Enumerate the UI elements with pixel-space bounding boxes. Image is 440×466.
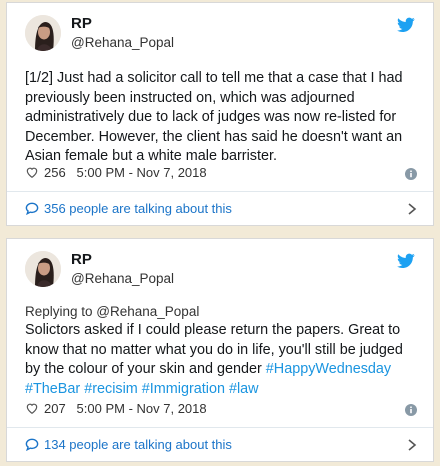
speech-bubble-icon xyxy=(25,202,39,215)
speech-bubble-icon xyxy=(25,438,39,451)
tweet-header: RP @Rehana_Popal xyxy=(25,249,415,293)
twitter-bird-icon[interactable] xyxy=(397,17,415,33)
like-count: 256 xyxy=(44,165,66,180)
tweet-timestamp[interactable]: 5:00 PM - Nov 7, 2018 xyxy=(77,401,207,416)
avatar[interactable] xyxy=(25,251,61,287)
chevron-right-icon[interactable] xyxy=(407,439,417,451)
author-name[interactable]: RP xyxy=(71,15,92,32)
hashtag-link[interactable]: #recisim xyxy=(84,381,138,397)
hashtag-link[interactable]: #law xyxy=(229,381,259,397)
talking-count[interactable]: 134 people are talking about this xyxy=(44,437,232,452)
info-icon[interactable] xyxy=(405,404,417,416)
hashtag-link[interactable]: #HappyWednesday xyxy=(266,361,391,377)
info-icon[interactable] xyxy=(405,168,417,180)
avatar[interactable] xyxy=(25,15,61,51)
tweet-card[interactable]: RP @Rehana_Popal [1/2] Just had a solici… xyxy=(6,2,434,226)
reply-context[interactable]: Replying to @Rehana_Popal xyxy=(25,304,199,319)
tweet-text: Solictors asked if I could please return… xyxy=(25,321,417,399)
chevron-right-icon[interactable] xyxy=(407,203,417,215)
heart-icon[interactable] xyxy=(25,165,39,179)
tweet-header: RP @Rehana_Popal xyxy=(25,13,415,57)
conversation-link[interactable]: 356 people are talking about this xyxy=(25,201,417,223)
author-name[interactable]: RP xyxy=(71,251,92,268)
talking-count[interactable]: 356 people are talking about this xyxy=(44,201,232,216)
heart-icon[interactable] xyxy=(25,401,39,415)
tweet-meta: 256 5:00 PM - Nov 7, 2018 xyxy=(25,165,417,185)
tweet-meta: 207 5:00 PM - Nov 7, 2018 xyxy=(25,401,417,421)
hashtag-link[interactable]: #Immigration xyxy=(142,381,225,397)
divider xyxy=(7,191,433,192)
like-count: 207 xyxy=(44,401,66,416)
conversation-link[interactable]: 134 people are talking about this xyxy=(25,437,417,459)
divider xyxy=(7,427,433,428)
author-handle[interactable]: @Rehana_Popal xyxy=(71,35,174,50)
tweet-timestamp[interactable]: 5:00 PM - Nov 7, 2018 xyxy=(77,165,207,180)
tweet-text: [1/2] Just had a solicitor call to tell … xyxy=(25,70,403,164)
author-handle[interactable]: @Rehana_Popal xyxy=(71,271,174,286)
hashtag-link[interactable]: #TheBar xyxy=(25,381,80,397)
twitter-bird-icon[interactable] xyxy=(397,253,415,269)
tweet-card[interactable]: RP @Rehana_Popal Replying to @Rehana_Pop… xyxy=(6,238,434,462)
